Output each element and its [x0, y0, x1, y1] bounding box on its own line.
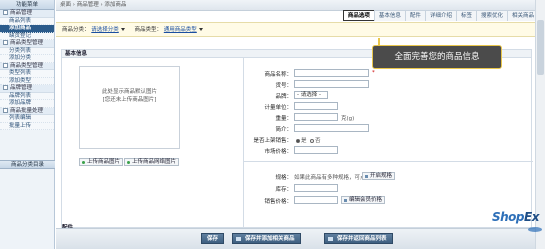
sidebar-item[interactable]: 添加分类: [0, 55, 54, 63]
tab-bar: 商品选项 基本信息 配件 详细介绍 标签 搜索优化 相关商品: [342, 10, 539, 21]
sidebar-item[interactable]: 商品列表: [0, 17, 54, 25]
field-marketable-label: 是否上架销售：: [253, 138, 292, 144]
field-unit-label: 计量单位：: [264, 105, 292, 111]
form-divider: [244, 161, 533, 162]
store-input[interactable]: [294, 184, 338, 192]
sidebar-menu: 商品管理 商品列表 添加商品 缺货登记 商品类型管理 分类列表 添加分类 商品类型管理 类型列表…: [0, 10, 54, 130]
sidebar-category-tree-button[interactable]: 商品分类目录: [0, 160, 55, 169]
field-bn-label: 货号：: [275, 83, 292, 89]
upload-network-image-button[interactable]: 上传商品网络图片: [124, 158, 180, 166]
field-spec-row: 规格： 如果此商品有多种规格，可点此 开启规格: [244, 171, 533, 182]
sidebar-item[interactable]: 类型列表: [0, 70, 54, 78]
field-name-row: 商品名称： *: [244, 68, 533, 79]
weight-input[interactable]: [294, 113, 338, 121]
weight-unit: 克(g): [341, 116, 355, 122]
chevron-down-icon[interactable]: [198, 28, 203, 31]
logo-swoosh: [528, 227, 542, 232]
sidebar-item[interactable]: 缺货登记: [0, 32, 54, 40]
sidebar-title: 功能菜单: [0, 0, 54, 10]
category-label: 商品分类：: [62, 27, 90, 33]
field-unit-row: 计量单位：: [244, 101, 533, 112]
sidebar-item[interactable]: 添加类型: [0, 77, 54, 85]
field-brief-label: 简介：: [275, 127, 292, 133]
sidebar-item[interactable]: 添加商品: [0, 25, 54, 33]
shopex-logo: ShopEx: [492, 210, 539, 224]
radio-on-icon[interactable]: [296, 138, 300, 143]
tab[interactable]: 标签: [455, 10, 477, 21]
field-bn-row: 货号：: [244, 79, 533, 90]
sidebar-item[interactable]: 列表编辑: [0, 115, 54, 123]
sidebar: 功能菜单 商品管理 商品列表 添加商品 缺货登记 商品类型管理 分类列表 添加分类 商品类型管…: [0, 0, 55, 249]
field-brief-row: 简介：: [244, 123, 533, 134]
tab[interactable]: 搜索优化: [475, 10, 508, 21]
feature-tooltip: 全面完善您的商品信息: [372, 45, 502, 69]
field-price-row: 销售价格： 编辑会员价格: [244, 195, 533, 206]
category-select-link[interactable]: 请选择分类: [91, 27, 119, 33]
save-and-return-button[interactable]: 保存并返回商品列表: [324, 233, 393, 244]
scrollbar-thumb[interactable]: [537, 20, 544, 75]
save-button[interactable]: 保存: [201, 233, 225, 244]
basic-info-panel: 此处显示商品默认图片 [您还未上传商品图片] 上传商品图片 上传商品网络图片 商…: [61, 58, 533, 228]
chevron-down-icon[interactable]: [120, 28, 125, 31]
save-and-add-related-button[interactable]: 保存并添加相关商品: [232, 233, 301, 244]
sidebar-item[interactable]: 添加品牌: [0, 100, 54, 108]
market-price-input[interactable]: [294, 146, 338, 154]
sidebar-group[interactable]: 品牌管理: [0, 85, 54, 93]
sidebar-group[interactable]: 商品批量处理: [0, 107, 54, 115]
brand-select[interactable]: - 请选择 -: [294, 91, 328, 99]
field-weight-label: 重量：: [275, 116, 292, 122]
sidebar-item[interactable]: 批量上传: [0, 122, 54, 130]
field-price-label: 销售价格：: [264, 199, 292, 205]
unit-input[interactable]: [294, 102, 338, 110]
marketable-yes-option[interactable]: 是: [296, 136, 307, 144]
field-marketable-row: 是否上架销售： 是 否: [244, 134, 533, 145]
product-image-placeholder: 此处显示商品默认图片 [您还未上传商品图片]: [79, 66, 180, 149]
field-mktprice-label: 市场价格：: [264, 149, 292, 155]
type-label: 商品类型：: [134, 27, 163, 33]
required-mark: *: [372, 70, 375, 76]
marketable-no-option[interactable]: 否: [310, 136, 321, 144]
tab[interactable]: 详细介绍: [424, 10, 457, 21]
image-hint-1: 此处显示商品默认图片: [101, 89, 157, 95]
tab[interactable]: 基本信息: [373, 10, 406, 21]
field-brand-label: 品牌：: [275, 94, 292, 100]
field-store-row: 库存：: [244, 183, 533, 194]
product-form: 商品名称： * 货号： 品牌： - 请选择 - 计量单位： 重量： 克(g) 简…: [243, 58, 533, 228]
spec-note: 如果此商品有多种规格，可点此: [294, 175, 372, 181]
field-weight-row: 重量： 克(g): [244, 112, 533, 123]
sidebar-group[interactable]: 商品类型管理: [0, 40, 54, 48]
price-input[interactable]: [294, 196, 338, 204]
type-select-link[interactable]: 通用商品类型: [164, 27, 197, 33]
field-name-label: 商品名称：: [264, 72, 292, 78]
image-hint-2: [您还未上传商品图片]: [102, 97, 157, 103]
category-row: 商品分类： 请选择分类 商品类型： 通用商品类型: [56, 22, 535, 37]
field-spec-label: 规格：: [275, 175, 292, 181]
main-content: 桌面 › 商品管理 › 添加商品 商品选项 基本信息 配件 详细介绍 标签 搜索优化 相关商…: [56, 0, 545, 249]
field-mktprice-row: 市场价格：: [244, 145, 533, 156]
sidebar-group[interactable]: 商品管理: [0, 10, 54, 18]
sidebar-item[interactable]: 品牌列表: [0, 92, 54, 100]
tab[interactable]: 配件: [404, 10, 426, 21]
field-brand-row: 品牌： - 请选择 -: [244, 90, 533, 101]
upload-image-button[interactable]: 上传商品图片: [79, 158, 124, 166]
footer-bar: 保存 保存并添加相关商品 保存并返回商品列表: [56, 228, 535, 249]
tab[interactable]: 商品选项: [342, 10, 375, 21]
sidebar-item[interactable]: 分类列表: [0, 47, 54, 55]
sidebar-group[interactable]: 商品类型管理: [0, 62, 54, 70]
product-bn-input[interactable]: [294, 80, 369, 88]
enable-spec-button[interactable]: 开启规格: [362, 172, 396, 180]
radio-off-icon[interactable]: [310, 138, 314, 143]
field-store-label: 库存：: [275, 187, 292, 193]
edit-member-price-button[interactable]: 编辑会员价格: [341, 196, 386, 204]
product-name-input[interactable]: [294, 69, 369, 77]
brief-input[interactable]: [294, 124, 369, 132]
